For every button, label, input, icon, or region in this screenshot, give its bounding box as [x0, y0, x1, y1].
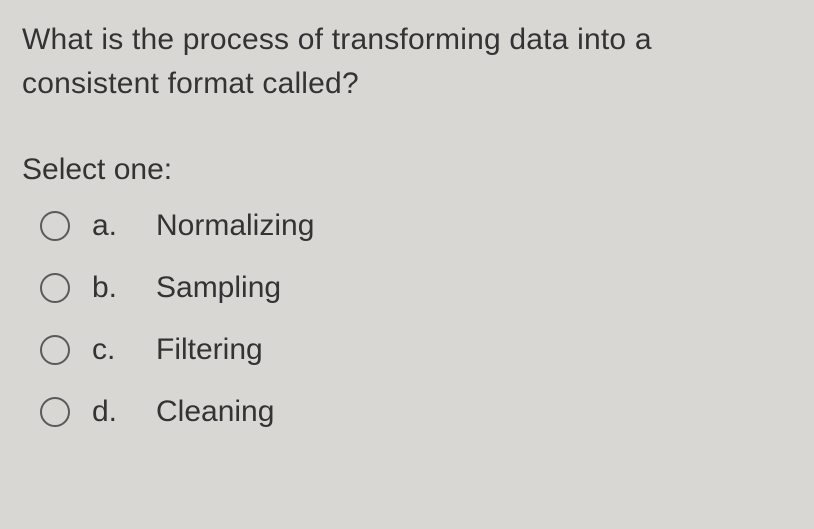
option-a[interactable]: a. Normalizing	[40, 209, 792, 243]
options-list: a. Normalizing b. Sampling c. Filtering …	[22, 209, 792, 429]
option-d[interactable]: d. Cleaning	[40, 395, 792, 429]
option-letter: a.	[92, 209, 134, 243]
radio-icon[interactable]	[40, 397, 70, 427]
radio-icon[interactable]	[40, 273, 70, 303]
question-text: What is the process of transforming data…	[22, 18, 792, 105]
option-text: Filtering	[156, 333, 263, 367]
radio-icon[interactable]	[40, 335, 70, 365]
option-text: Normalizing	[156, 209, 314, 243]
select-prompt: Select one:	[22, 153, 792, 187]
option-letter: c.	[92, 333, 134, 367]
option-b[interactable]: b. Sampling	[40, 271, 792, 305]
option-letter: d.	[92, 395, 134, 429]
option-letter: b.	[92, 271, 134, 305]
option-text: Cleaning	[156, 395, 274, 429]
option-text: Sampling	[156, 271, 281, 305]
radio-icon[interactable]	[40, 211, 70, 241]
option-c[interactable]: c. Filtering	[40, 333, 792, 367]
